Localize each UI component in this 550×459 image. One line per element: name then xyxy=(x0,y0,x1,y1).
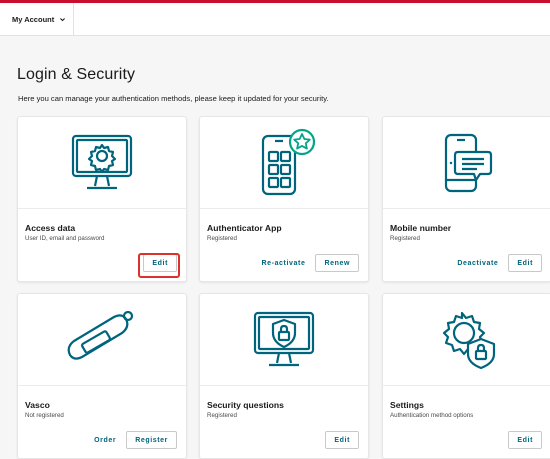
card-status: Registered xyxy=(207,412,237,419)
my-account-label: My Account xyxy=(12,15,55,24)
card-title: Security questions xyxy=(207,400,284,410)
card-security-questions: Security questions Registered Edit xyxy=(199,293,369,459)
card-actions: Deactivate Edit xyxy=(457,254,542,272)
page-subtitle: Here you can manage your authentication … xyxy=(18,94,329,103)
mobile-edit-button[interactable]: Edit xyxy=(508,254,542,272)
card-actions: Edit xyxy=(325,431,359,449)
card-illustration xyxy=(200,117,368,209)
card-mobile-number: Mobile number Registered Deactivate Edit xyxy=(382,116,550,282)
card-status: Authentication method options xyxy=(390,412,474,419)
vasco-register-button[interactable]: Register xyxy=(126,431,177,449)
authenticator-reactivate-button[interactable]: Re-activate xyxy=(261,260,305,267)
phone-qr-star-icon xyxy=(261,128,316,195)
card-title: Access data xyxy=(25,223,76,233)
card-status: Not registered xyxy=(25,412,64,419)
gear-shield-lock-icon xyxy=(442,311,496,369)
vasco-order-button[interactable]: Order xyxy=(94,437,116,444)
card-title: Mobile number xyxy=(390,223,452,233)
chevron-down-icon xyxy=(60,18,66,22)
card-illustration xyxy=(383,117,550,209)
card-status: User ID, email and password xyxy=(25,235,105,242)
phone-chat-icon xyxy=(444,133,493,192)
card-status: Registered xyxy=(207,235,237,242)
token-device-icon xyxy=(67,310,134,360)
authenticator-renew-button[interactable]: Renew xyxy=(315,254,359,272)
card-illustration xyxy=(18,294,186,386)
card-access-data: Access data User ID, email and password … xyxy=(17,116,187,282)
monitor-gear-icon xyxy=(71,134,133,189)
settings-edit-button[interactable]: Edit xyxy=(508,431,542,449)
card-title: Vasco xyxy=(25,400,50,410)
access-data-edit-button[interactable]: Edit xyxy=(143,254,177,272)
card-authenticator-app: Authenticator App Registered Re-activate… xyxy=(199,116,369,282)
card-title: Authenticator App xyxy=(207,223,282,233)
card-illustration xyxy=(18,117,186,209)
card-vasco: Vasco Not registered Order Register xyxy=(17,293,187,459)
mobile-deactivate-button[interactable]: Deactivate xyxy=(457,260,498,267)
card-illustration xyxy=(383,294,550,386)
card-actions: Edit xyxy=(143,254,177,272)
card-actions: Order Register xyxy=(94,431,177,449)
my-account-menu[interactable]: My Account xyxy=(0,3,74,36)
page-title: Login & Security xyxy=(17,66,136,83)
card-title: Settings xyxy=(390,400,424,410)
top-bar: My Account xyxy=(0,3,550,36)
card-actions: Edit xyxy=(508,431,542,449)
monitor-shield-lock-icon xyxy=(253,311,315,366)
card-illustration xyxy=(200,294,368,386)
card-settings: Settings Authentication method options E… xyxy=(382,293,550,459)
card-actions: Re-activate Renew xyxy=(261,254,359,272)
security-questions-edit-button[interactable]: Edit xyxy=(325,431,359,449)
card-status: Registered xyxy=(390,235,420,242)
